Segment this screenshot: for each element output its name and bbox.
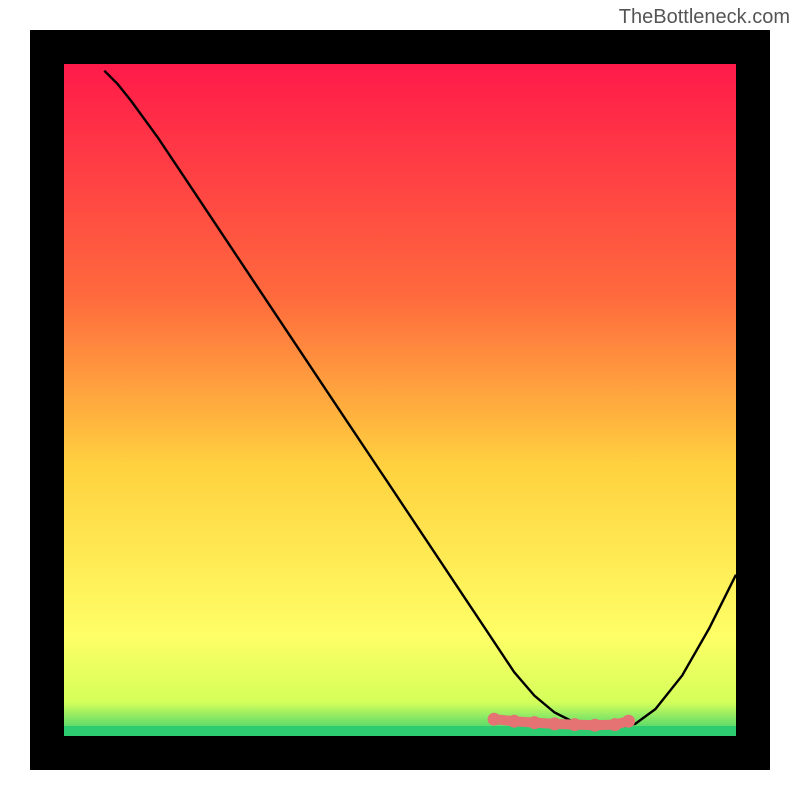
highlight-dot (548, 717, 561, 730)
gradient-background (64, 64, 736, 736)
chart-svg (30, 30, 770, 770)
highlight-dot (568, 718, 581, 731)
highlight-dot (622, 715, 635, 728)
watermark-text: TheBottleneck.com (619, 6, 790, 29)
highlight-dot (609, 718, 622, 731)
plot-area (30, 30, 770, 770)
chart-container: TheBottleneck.com (0, 0, 800, 800)
highlight-dot (588, 719, 601, 732)
green-band (64, 726, 736, 736)
highlight-dot (528, 716, 541, 729)
highlight-dot (508, 715, 521, 728)
highlight-dot (488, 713, 501, 726)
